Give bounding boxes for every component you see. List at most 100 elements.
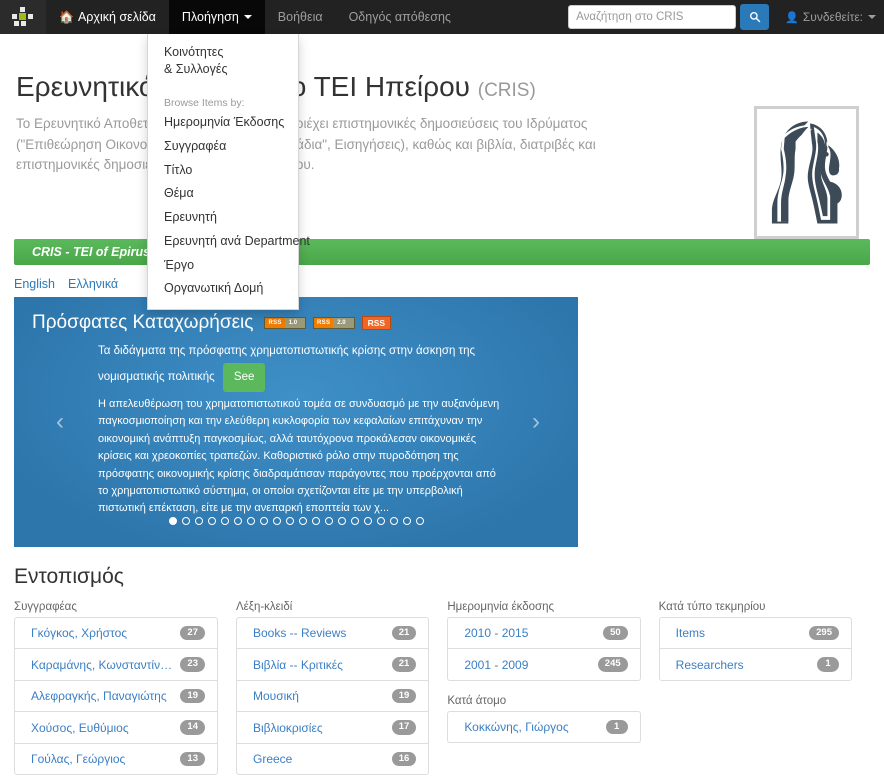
facet-row[interactable]: 2001 - 2009 245 [448, 649, 639, 679]
facet-row-count: 23 [180, 657, 205, 672]
login-dropdown[interactable]: 👤 Συνδεθείτε: [785, 10, 876, 24]
dropdown-item-project[interactable]: Έργο [148, 254, 298, 278]
facet-row-count: 27 [180, 626, 205, 641]
search-button[interactable] [740, 4, 770, 30]
discovery-section: Εντοπισμός Συγγραφέας Γκόγκος, Χρήστος 27 Κ… [0, 547, 884, 784]
facet-row[interactable]: Βιβλιοκρισίες 17 [237, 712, 429, 744]
facet-row[interactable]: Μουσική 19 [237, 681, 429, 713]
facet-row[interactable]: Αλεφραγκής, Παναγιώτης 19 [15, 681, 217, 713]
facet-row[interactable]: Βιβλία -- Κριτικές 21 [237, 649, 429, 681]
search-form [568, 4, 770, 30]
page-title: Ερευνητικό Αποθετήριο ΤΕΙ Ηπείρου (CRIS) [16, 70, 868, 104]
facet-row[interactable]: Γούλας, Γεώργιος 13 [15, 744, 217, 774]
facet-row-label: Γούλας, Γεώργιος [31, 751, 126, 766]
dropdown-item-communities-line1: Κοινότητες [164, 45, 224, 59]
carousel-dot-2[interactable] [194, 517, 203, 525]
facet-label: Κατά τύπο τεκμηρίου [658, 601, 766, 613]
carousel-dot-12[interactable] [324, 517, 333, 525]
carousel-dot-17[interactable] [389, 517, 398, 525]
facet-row-count: 1 [816, 657, 839, 672]
carousel-prev-button[interactable]: ‹ [56, 410, 64, 434]
discovery-title: Εντοπισμός [14, 565, 124, 588]
carousel-dot-7[interactable] [259, 517, 268, 525]
facet-row-count: 17 [391, 720, 417, 735]
carousel-dot-6[interactable] [246, 517, 255, 525]
facet-row-count: 19 [180, 688, 205, 704]
carousel-dot-16[interactable] [376, 517, 385, 525]
rss-badge[interactable]: RSS [361, 315, 392, 330]
carousel-dot-0[interactable] [168, 517, 177, 525]
carousel-item-title-text: Τα διδάγματα της πρόσφατης χρηματοπιστωτ… [98, 345, 476, 383]
nav-item-help-label: Βοήθεια [277, 9, 323, 24]
carousel-dot-5[interactable] [233, 517, 242, 525]
facet-block: Κατά άτομο Κοκκώνης, Γιώργος 1 [447, 695, 641, 744]
carousel-dot-15[interactable] [363, 517, 372, 525]
facet-row[interactable]: Καραμάνης, Κωνσταντίνος 23 [15, 649, 217, 681]
facet-row-count: 245 [597, 657, 628, 672]
dropdown-item-author[interactable]: Συγγραφέα [148, 135, 298, 159]
facet-row[interactable]: Researchers 1 [660, 649, 851, 679]
dropdown-item-issue-date[interactable]: Ημερομηνία Έκδοσης [148, 111, 298, 135]
facet-list: Books -- Reviews 21 Βιβλία -- Κριτικές 21 Μο… [236, 617, 430, 776]
nav-item-home[interactable]: 🏠 Αρχική σελίδα [46, 0, 169, 34]
carousel-dot-9[interactable] [285, 517, 294, 525]
facet-row-label: Βιβλία -- Κριτικές [253, 657, 343, 672]
dropdown-item-subject[interactable]: Θέμα [148, 182, 298, 206]
see-button[interactable]: See [222, 363, 266, 392]
search-input[interactable] [568, 5, 737, 29]
nav-item-help[interactable]: Βοήθεια [265, 0, 336, 34]
language-link-english[interactable]: English [14, 277, 55, 291]
facet-row[interactable]: Χούσος, Ευθύμιος 14 [15, 712, 217, 744]
nav-item-deposit-guide[interactable]: Οδηγός απόθεσης [336, 0, 464, 34]
facet-row-label: Μουσική [253, 689, 299, 704]
facet-block: Κατά τύπο τεκμηρίου Items 295 Researchers 1 [658, 601, 852, 681]
facet-list: Κοκκώνης, Γιώργος 1 [447, 710, 641, 744]
carousel-item-title: Τα διδάγματα της πρόσφατης χρηματοπιστωτ… [98, 340, 508, 392]
carousel-dot-1[interactable] [181, 517, 190, 525]
carousel-dot-3[interactable] [207, 517, 216, 525]
rss-1-0-badge[interactable]: RSS 1.0 [264, 316, 307, 329]
dropdown-item-communities[interactable]: Κοινότητες & Συλλογές [148, 39, 298, 80]
carousel-title: Πρόσφατες Καταχωρήσεις [32, 312, 254, 333]
carousel-dot-13[interactable] [337, 517, 346, 525]
carousel-dot-10[interactable] [298, 517, 307, 525]
carousel-dot-8[interactable] [272, 517, 281, 525]
facet-row-label: 2010 - 2015 [464, 626, 529, 641]
dropdown-item-title[interactable]: Τίτλο [148, 159, 298, 183]
facet-row-count: 21 [391, 657, 417, 672]
facet-column-3: Κατά τύπο τεκμηρίου Items 295 Researchers 1 [658, 601, 870, 784]
facet-column-1: Λέξη-κλειδί Books -- Reviews 21 Βιβλία -- Κ… [236, 601, 447, 784]
search-icon [749, 12, 760, 23]
facet-row[interactable]: Κοκκώνης, Γιώργος 1 [448, 712, 639, 742]
facet-row-label: Greece [253, 751, 293, 766]
chevron-down-icon [868, 15, 876, 19]
top-navbar: 🏠 Αρχική σελίδα Πλοήγηση Βοήθεια Οδηγός … [0, 0, 884, 310]
dropdown-item-org-unit[interactable]: Οργανωτική Δομή [148, 277, 298, 301]
language-link-greek[interactable]: Ελληνικά [68, 277, 118, 291]
carousel-dot-14[interactable] [350, 517, 359, 525]
facet-grid: Συγγραφέας Γκόγκος, Χρήστος 27 Καραμάνης, Κ… [14, 601, 870, 784]
facet-row-label: Researchers [675, 657, 744, 672]
facet-row[interactable]: Books -- Reviews 21 [237, 618, 429, 650]
facet-row-label: Κοκκώνης, Γιώργος [464, 720, 569, 735]
dspace-logo[interactable] [0, 0, 46, 34]
carousel-dot-18[interactable] [402, 517, 411, 525]
facet-row-label: Γκόγκος, Χρήστος [31, 626, 128, 641]
carousel-dot-19[interactable] [415, 517, 424, 525]
recent-submissions-carousel: Πρόσφατες Καταχωρήσεις RSS 1.0 RSS 2.0 R… [14, 297, 578, 547]
facet-row[interactable]: Items 295 [659, 618, 851, 650]
rss-2-0-badge[interactable]: RSS 2.0 [313, 316, 355, 329]
dropdown-item-researcher-by-department[interactable]: Ερευνητή ανά Department [148, 230, 310, 254]
facet-row[interactable]: Γκόγκος, Χρήστος 27 [15, 618, 217, 650]
navbar-right-group: 👤 Συνδεθείτε: [568, 0, 884, 34]
carousel-next-button[interactable]: › [532, 410, 540, 434]
carousel-dot-4[interactable] [220, 517, 229, 525]
carousel-dot-11[interactable] [311, 517, 320, 525]
dropdown-section-header: Browse Items by: [164, 97, 245, 109]
page-title-suffix: (CRIS) [477, 80, 536, 101]
facet-row[interactable]: 2010 - 2015 50 [448, 618, 640, 650]
facet-row[interactable]: Greece 16 [237, 744, 428, 774]
dropdown-item-researcher[interactable]: Ερευνητή [148, 206, 298, 230]
carousel-item-abstract: Η απελευθέρωση του χρηματοπιστωτικού τομ… [98, 398, 500, 515]
nav-item-browse[interactable]: Πλοήγηση [168, 0, 265, 34]
